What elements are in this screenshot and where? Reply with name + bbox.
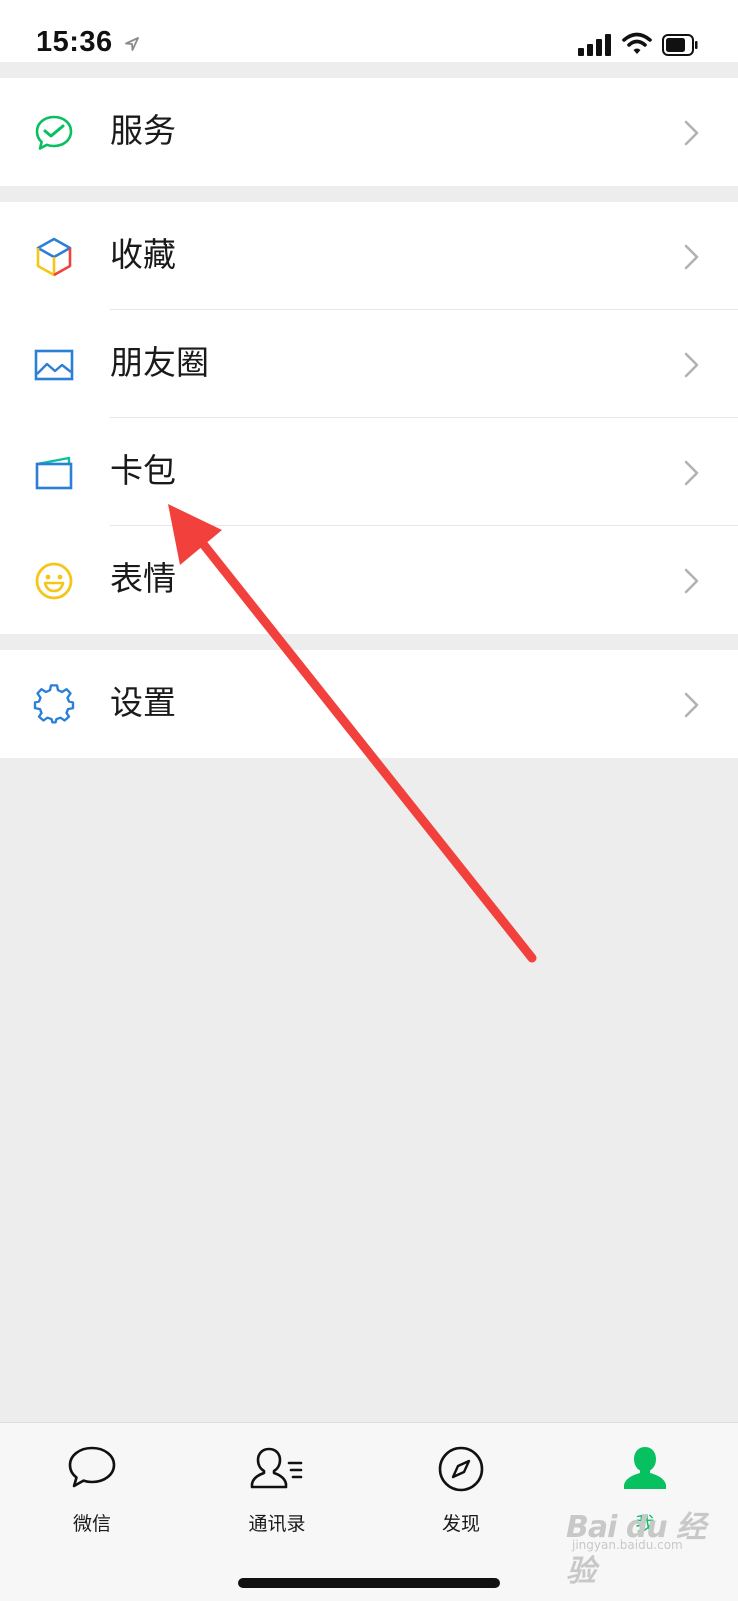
status-time: 15:36 [36, 26, 113, 58]
chevron-right-icon [684, 120, 699, 146]
watermark-sub: jingyan.baidu.com [572, 1538, 683, 1552]
chevron-right-icon [684, 460, 699, 486]
menu-label-settings: 设置 [110, 683, 176, 722]
chevron-right-icon [684, 352, 699, 378]
menu-item-cards[interactable]: 卡包 [0, 418, 738, 526]
chevron-right-icon [684, 568, 699, 594]
smiley-icon [35, 562, 73, 600]
cube-icon [36, 237, 72, 277]
menu-label-services: 服务 [110, 111, 176, 150]
menu-item-settings[interactable]: 设置 [0, 650, 738, 758]
tab-contacts[interactable]: 通讯录 [197, 1423, 357, 1535]
wechat-pay-check-icon [35, 115, 73, 150]
menu-label-moments: 朋友圈 [110, 343, 209, 382]
cellular-signal-icon [578, 34, 611, 56]
home-indicator[interactable] [238, 1578, 500, 1588]
tab-discover[interactable]: 发现 [381, 1423, 541, 1535]
menu-item-moments[interactable]: 朋友圈 [0, 310, 738, 418]
tab-label-discover: 发现 [441, 1513, 480, 1535]
tab-label-contacts: 通讯录 [248, 1513, 306, 1535]
chevron-right-icon [684, 244, 699, 270]
card-wallet-icon [35, 456, 73, 490]
menu-item-favorites[interactable]: 收藏 [0, 202, 738, 310]
gear-icon [33, 684, 75, 724]
landscape-image-icon [34, 349, 74, 381]
menu-label-stickers: 表情 [110, 559, 176, 598]
menu-label-cards: 卡包 [110, 451, 176, 490]
settings-group: 设置 [0, 650, 738, 758]
menu-label-favorites: 收藏 [110, 235, 176, 274]
person-filled-icon [624, 1447, 666, 1489]
content-group: 收藏 朋友圈 卡包 表情 [0, 202, 738, 634]
compass-icon [438, 1446, 484, 1492]
tab-chats[interactable]: 微信 [12, 1423, 172, 1535]
menu-item-services[interactable]: 服务 [0, 78, 738, 186]
chat-bubble-icon [68, 1446, 116, 1488]
services-group: 服务 [0, 78, 738, 186]
contacts-icon [250, 1447, 303, 1489]
wifi-icon [622, 32, 652, 54]
battery-icon [662, 34, 698, 56]
location-arrow-icon [125, 37, 139, 51]
menu-item-stickers[interactable]: 表情 [0, 526, 738, 634]
baidu-jingyan-watermark: Bai du 经验 jingyan.baidu.com [566, 1502, 726, 1589]
chevron-right-icon [684, 692, 699, 718]
status-bar: 15:36 [0, 0, 738, 62]
tab-label-chats: 微信 [72, 1513, 111, 1535]
